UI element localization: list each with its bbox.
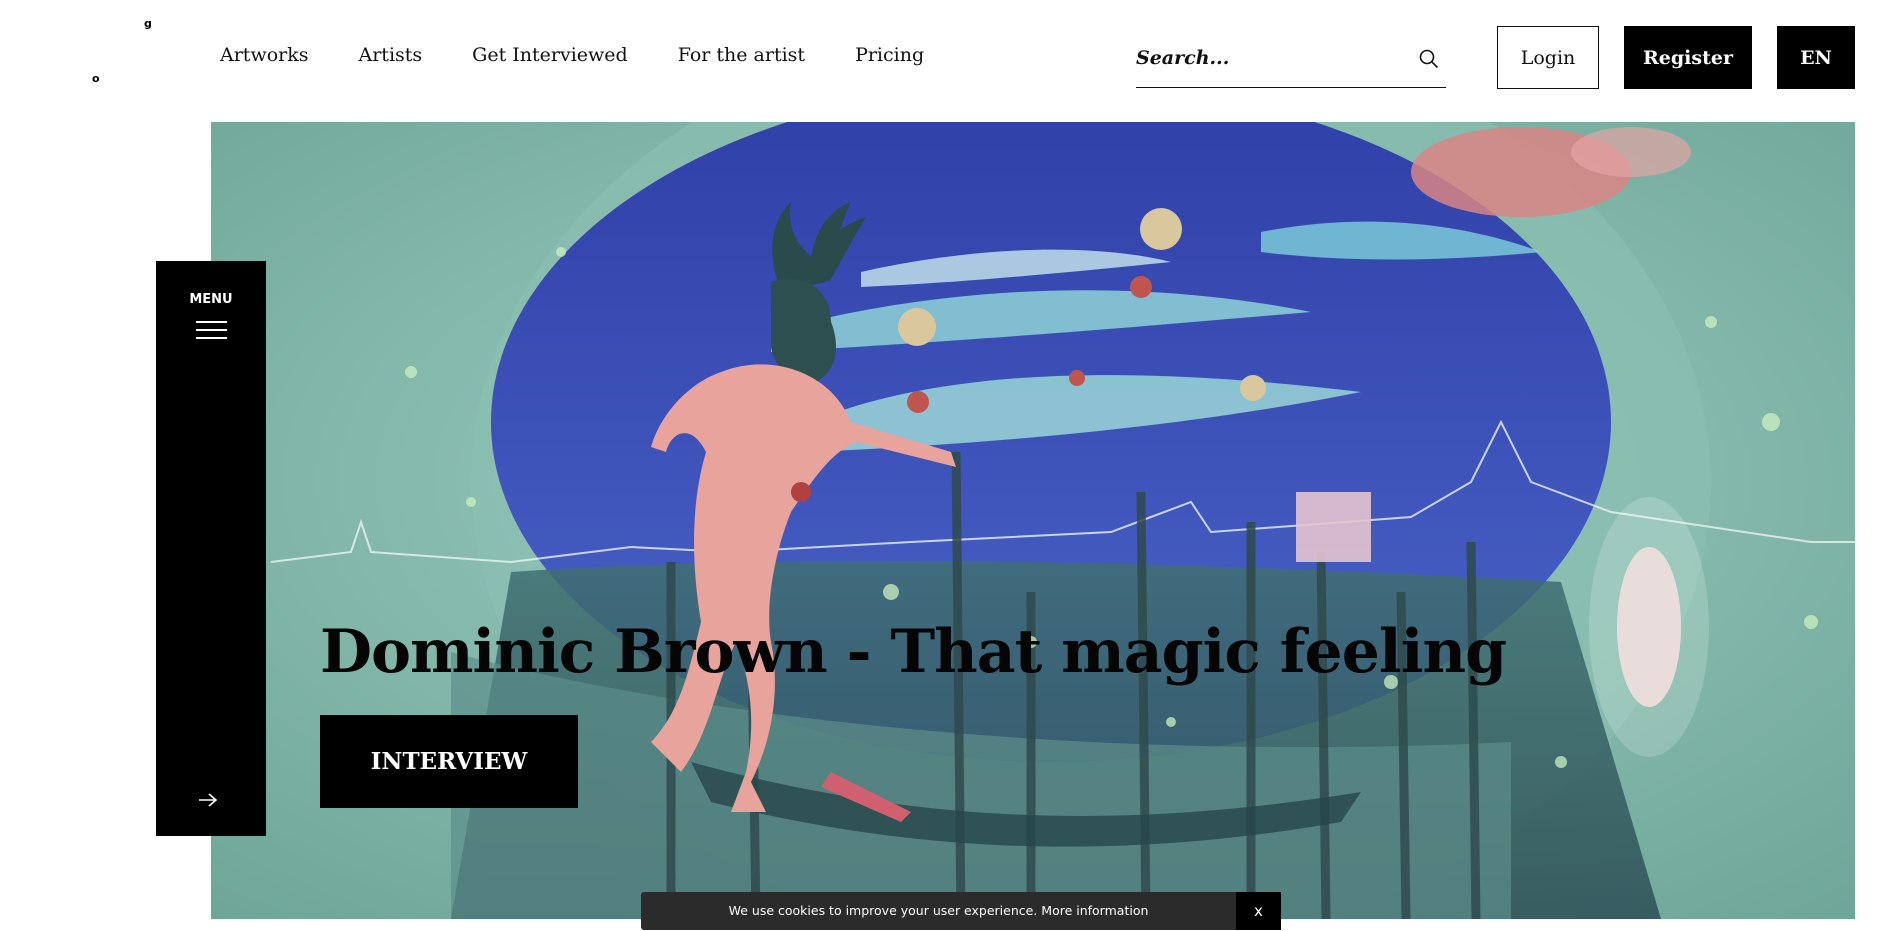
- nav-get-interviewed[interactable]: Get Interviewed: [472, 44, 628, 66]
- search-input[interactable]: [1136, 42, 1396, 74]
- nav-artists[interactable]: Artists: [359, 44, 423, 66]
- search-bar: [1136, 30, 1446, 88]
- cookie-banner: We use cookies to improve your user expe…: [641, 892, 1281, 930]
- register-button[interactable]: Register: [1624, 26, 1752, 89]
- menu-label[interactable]: MENU: [156, 292, 266, 307]
- cookie-message[interactable]: We use cookies to improve your user expe…: [641, 903, 1236, 918]
- arrow-right-icon[interactable]: [196, 790, 220, 810]
- logo-mark-secondary[interactable]: o: [92, 72, 100, 85]
- language-button[interactable]: EN: [1777, 26, 1855, 89]
- side-menu[interactable]: MENU: [156, 261, 266, 836]
- nav-pricing[interactable]: Pricing: [855, 44, 924, 66]
- interview-button[interactable]: INTERVIEW: [320, 715, 578, 808]
- nav-artworks[interactable]: Artworks: [220, 44, 309, 66]
- nav-for-the-artist[interactable]: For the artist: [678, 44, 805, 66]
- hamburger-icon[interactable]: [196, 321, 227, 339]
- main-nav: Artworks Artists Get Interviewed For the…: [220, 44, 924, 66]
- cookie-close-button[interactable]: x: [1236, 892, 1281, 930]
- search-icon[interactable]: [1418, 48, 1440, 70]
- logo-mark[interactable]: g: [144, 17, 152, 30]
- login-button[interactable]: Login: [1497, 26, 1599, 89]
- hero-title: Dominic Brown - That magic feeling: [320, 617, 1507, 687]
